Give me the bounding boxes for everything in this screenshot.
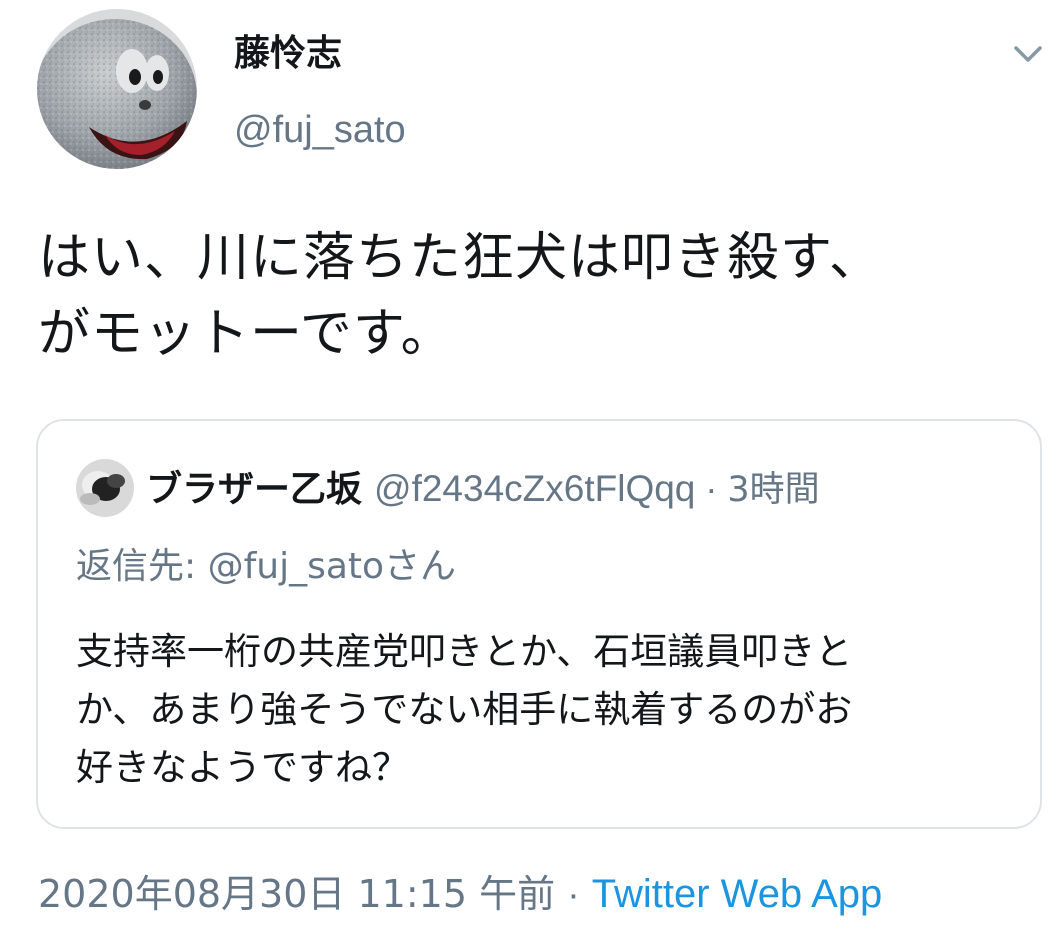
quoted-tweet-card[interactable]: ブラザー乙坂 @f2434cZx6tFlQqq · 3時間 返信先: @fuj_sat…: [36, 419, 1042, 829]
quoted-text: 支持率一桁の共産党叩きとか、石垣議員叩きと か、あまり強そうでない相手に執着する…: [76, 630, 853, 789]
meta-separator: ·: [567, 874, 580, 916]
quoted-time: 3時間: [727, 470, 820, 510]
tweet-text: はい、川に落ちた狂犬は叩き殺す、 がモットーです。: [38, 228, 882, 364]
quoted-separator: ·: [705, 468, 718, 509]
tweet-detail: 藤怜志 @fuj_sato はい、川に落ちた狂犬は叩き殺す、 がモットーです。 …: [0, 0, 1054, 937]
quoted-author-avatar: [76, 459, 134, 517]
stone-face-icon: [37, 9, 197, 169]
quoted-reply-to: 返信先: @fuj_satoさん: [76, 546, 457, 587]
author-avatar[interactable]: [37, 9, 197, 169]
chevron-down-icon[interactable]: [1008, 34, 1048, 74]
quoted-author-name: ブラザー乙坂: [146, 469, 363, 510]
quoted-avatar-icon: [76, 459, 134, 517]
author-handle[interactable]: @fuj_sato: [234, 108, 406, 152]
tweet-source-link[interactable]: Twitter Web App: [592, 872, 883, 916]
quoted-author-handle: @f2434cZx6tFlQqq: [374, 468, 696, 509]
quoted-header: ブラザー乙坂 @f2434cZx6tFlQqq · 3時間: [146, 465, 820, 514]
author-name[interactable]: 藤怜志: [234, 32, 342, 76]
tweet-meta: 2020年08月30日 11:15 午前 · Twitter Web App: [38, 868, 882, 921]
tweet-timestamp[interactable]: 2020年08月30日 11:15 午前: [38, 872, 555, 916]
